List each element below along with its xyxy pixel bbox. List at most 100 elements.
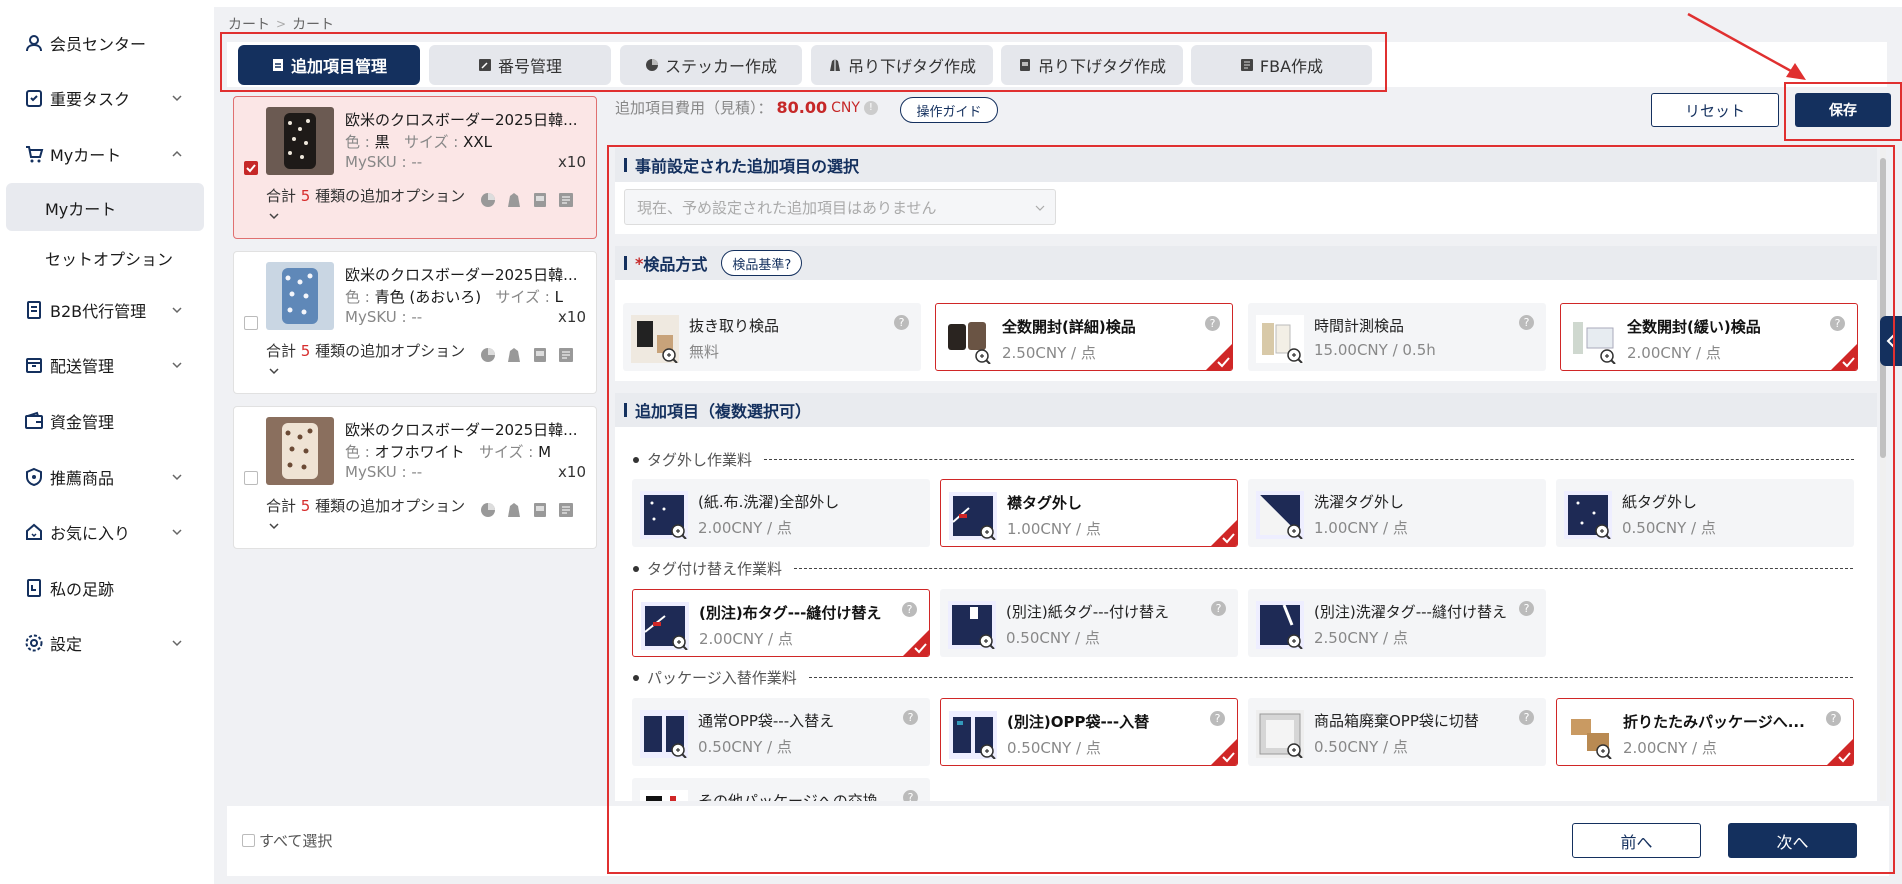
prev-button[interactable]: 前へ	[1572, 823, 1701, 858]
additional-option[interactable]: (別注)布タグ---縫付け替え 2.00CNY / 点 ?	[632, 589, 930, 657]
section-title: 追加項目（複数選択可）	[635, 402, 812, 421]
section-inspection: * 検品方式 検品基準?	[615, 246, 1877, 280]
additional-option[interactable]: 襟タグ外し 1.00CNY / 点	[940, 479, 1238, 547]
tab-fba[interactable]: FBA作成	[1191, 45, 1372, 85]
tab-additional-items[interactable]: 追加項目管理	[238, 45, 420, 85]
document-icon	[27, 301, 41, 319]
sidebar-item-recommended[interactable]: 推薦商品	[0, 455, 214, 499]
sidebar-item-label: Myカート	[50, 146, 122, 165]
subgroup-title: パッケージ入替作業料	[647, 669, 797, 687]
panel-scrollbar[interactable]	[1877, 148, 1889, 801]
inspection-criteria-button[interactable]: 検品基準?	[721, 250, 803, 276]
product-checkbox[interactable]	[244, 316, 258, 330]
tab-hangtag-2[interactable]: 吊り下げタグ作成	[1001, 45, 1183, 85]
option-thumbnail	[641, 602, 689, 650]
chevron-down-icon[interactable]	[268, 366, 280, 376]
sidebar-subitem-mycart[interactable]: Myカート	[0, 183, 214, 231]
help-icon[interactable]: ?	[903, 710, 918, 725]
fba-icon	[558, 347, 574, 363]
help-icon[interactable]: ?	[903, 790, 918, 801]
section-marker	[624, 158, 627, 172]
task-icon	[26, 90, 42, 107]
side-collapse-tab[interactable]	[1880, 316, 1902, 366]
select-all-checkbox[interactable]	[242, 834, 255, 847]
additional-option[interactable]: その他パッケージへの交換 ?	[632, 778, 930, 801]
additional-option[interactable]: 紙タグ外し 0.50CNY / 点	[1556, 479, 1854, 547]
help-icon[interactable]: ?	[1211, 601, 1226, 616]
reset-button[interactable]: リセット	[1651, 93, 1779, 127]
sidebar-item-tasks[interactable]: 重要タスク	[0, 76, 214, 120]
additional-option[interactable]: 通常OPP袋---入替え 0.50CNY / 点 ?	[632, 698, 930, 766]
sidebar-item-shipping[interactable]: 配送管理	[0, 343, 214, 387]
product-quantity: x10	[558, 153, 586, 171]
help-icon[interactable]: ?	[1519, 315, 1534, 330]
next-button[interactable]: 次へ	[1728, 823, 1857, 858]
tab-hangtag-1[interactable]: 吊り下げタグ作成	[811, 45, 993, 85]
product-checkbox[interactable]	[244, 471, 258, 485]
option-name: 通常OPP袋---入替え	[698, 712, 835, 730]
preset-select[interactable]: 現在、予め設定された追加項目はありません	[624, 189, 1056, 225]
help-icon[interactable]: ?	[1205, 316, 1220, 331]
option-thumbnail	[949, 492, 997, 540]
help-icon[interactable]: ?	[1519, 601, 1534, 616]
option-name: (紙.布.洗濯)全部外し	[698, 493, 840, 511]
help-icon[interactable]: ?	[902, 602, 917, 617]
help-icon[interactable]: ?	[1826, 711, 1841, 726]
sticker-icon	[480, 502, 496, 518]
save-button[interactable]: 保存	[1795, 93, 1891, 127]
subgroup-tag-removal: タグ外し作業料	[633, 449, 1855, 470]
sidebar-item-footprint[interactable]: 私の足跡	[0, 566, 214, 610]
size-label: サイズ :	[403, 133, 459, 151]
additional-option[interactable]: 折りたたみパッケージへ... 2.00CNY / 点 ?	[1556, 698, 1854, 766]
additional-option[interactable]: (別注)洗濯タグ---縫付け替え 2.50CNY / 点 ?	[1248, 589, 1546, 657]
user-icon	[26, 35, 42, 52]
additional-option[interactable]: (別注)紙タグ---付け替え 0.50CNY / 点 ?	[940, 589, 1238, 657]
option-name: 襟タグ外し	[1007, 494, 1083, 512]
info-icon[interactable]: !	[863, 100, 878, 115]
sidebar-subitem-set-option[interactable]: セットオプション	[0, 233, 214, 281]
inspection-option[interactable]: 全数開封(緩い)検品 2.00CNY / 点 ?	[1560, 303, 1858, 371]
product-checkbox[interactable]	[244, 161, 258, 175]
additional-option[interactable]: 商品箱廃棄OPP袋に切替 0.50CNY / 点 ?	[1248, 698, 1546, 766]
option-price: 1.00CNY / 点	[1314, 519, 1408, 537]
inspection-option[interactable]: 時間計測検品 15.00CNY / 0.5h ?	[1248, 303, 1546, 371]
option-icons	[480, 347, 574, 363]
subgroup-title: タグ付け替え作業料	[647, 560, 783, 578]
sidebar-item-b2b[interactable]: B2B代行管理	[0, 288, 214, 332]
option-name: 洗濯タグ外し	[1314, 493, 1405, 511]
tab-label: FBA作成	[1259, 57, 1324, 76]
product-card[interactable]: 欧米のクロスボーダー2025日韓... 色 : 黒 サイズ : XXL MySK…	[233, 96, 597, 239]
chevron-down-icon[interactable]	[268, 521, 280, 531]
additional-option[interactable]: 洗濯タグ外し 1.00CNY / 点	[1248, 479, 1546, 547]
product-card[interactable]: 欧米のクロスボーダー2025日韓... 色 : 青色 (あおいろ) サイズ : …	[233, 251, 597, 394]
sidebar-item-settings[interactable]: 設定	[0, 621, 214, 665]
additional-option[interactable]: (別注)OPP袋---入替 0.50CNY / 点 ?	[940, 698, 1238, 766]
inspection-option[interactable]: 全数開封(詳細)検品 2.50CNY / 点 ?	[935, 303, 1233, 371]
fba-icon	[558, 502, 574, 518]
option-price: 無料	[689, 343, 720, 361]
sidebar-item-funds[interactable]: 資金管理	[0, 399, 214, 443]
sidebar-subitem-label: セットオプション	[45, 250, 174, 269]
size-label: サイズ :	[478, 443, 534, 461]
tab-sticker[interactable]: ステッカー作成	[620, 45, 802, 85]
help-icon[interactable]: ?	[1830, 316, 1845, 331]
help-icon[interactable]: ?	[894, 315, 909, 330]
inspection-option[interactable]: 抜き取り検品 無料 ?	[623, 303, 921, 371]
help-icon[interactable]: ?	[1519, 710, 1534, 725]
guide-button[interactable]: 操作ガイド	[900, 97, 998, 123]
breadcrumb-item[interactable]: カート	[228, 14, 270, 34]
sidebar-item-favorites[interactable]: お気に入り	[0, 510, 214, 554]
scrollbar-thumb[interactable]	[1880, 158, 1886, 458]
tab-number-management[interactable]: 番号管理	[429, 45, 611, 85]
sidebar-item-mycart[interactable]: Myカート	[0, 132, 214, 176]
sidebar-item-member-center[interactable]: 会员センター	[0, 21, 214, 65]
check-icon	[246, 164, 256, 173]
tag-icon	[506, 347, 522, 363]
chevron-down-icon[interactable]	[268, 211, 280, 221]
product-card[interactable]: 欧米のクロスボーダー2025日韓... 色 : オフホワイト サイズ : M M…	[233, 406, 597, 549]
additional-option[interactable]: (紙.布.洗濯)全部外し 2.00CNY / 点	[632, 479, 930, 547]
option-total: 合計 5 種類の追加オプション	[266, 495, 465, 516]
help-icon[interactable]: ?	[1210, 711, 1225, 726]
option-name: 時間計測検品	[1314, 317, 1405, 335]
select-all[interactable]: すべて選択	[242, 830, 332, 851]
